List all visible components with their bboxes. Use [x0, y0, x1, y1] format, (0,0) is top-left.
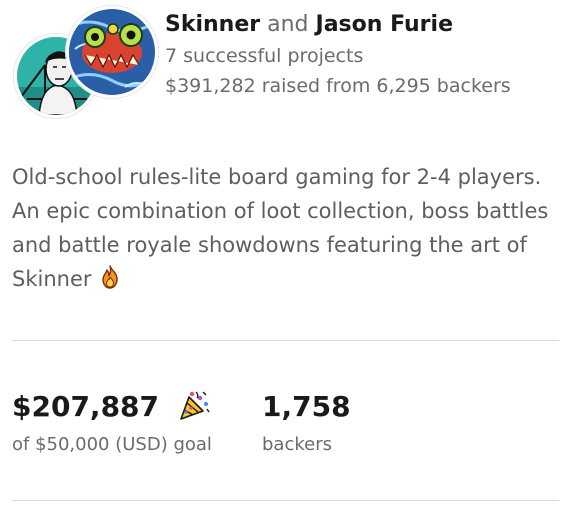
creator-block: Skinner and Jason Furie 7 successful pro… [12, 6, 557, 118]
pledged-amount: $207,887 [12, 390, 160, 423]
backers-stat: 1,758 backers [262, 388, 351, 458]
creator-avatars[interactable] [12, 6, 162, 118]
creator-avatar-art[interactable] [66, 6, 158, 98]
creator-info: Skinner and Jason Furie 7 successful pro… [165, 6, 557, 100]
projects-count[interactable]: 7 successful projects [165, 42, 557, 70]
raised-summary: $391,282 raised from 6,295 backers [165, 75, 511, 97]
pledged-stat: $207,887 of $50,000 (USD) goal [12, 388, 212, 458]
pledged-amount-row: $207,887 [12, 388, 212, 426]
creator-name-1[interactable]: Skinner [165, 12, 260, 37]
creator-connector: and [267, 12, 309, 37]
creator-names: Skinner and Jason Furie [165, 10, 557, 40]
project-blurb: Old-school rules-lite board gaming for 2… [12, 165, 549, 291]
monster-art-avatar-icon [69, 9, 155, 95]
backers-count: 1,758 [262, 390, 351, 423]
goal-label: of $50,000 (USD) goal [12, 434, 212, 455]
creator-name-2[interactable]: Jason Furie [316, 12, 453, 37]
backers-label: backers [262, 434, 332, 455]
fire-icon [102, 265, 118, 289]
project-description: Old-school rules-lite board gaming for 2… [12, 160, 557, 296]
divider-top [12, 340, 559, 341]
party-popper-icon [179, 391, 210, 420]
divider-bottom [12, 500, 559, 501]
